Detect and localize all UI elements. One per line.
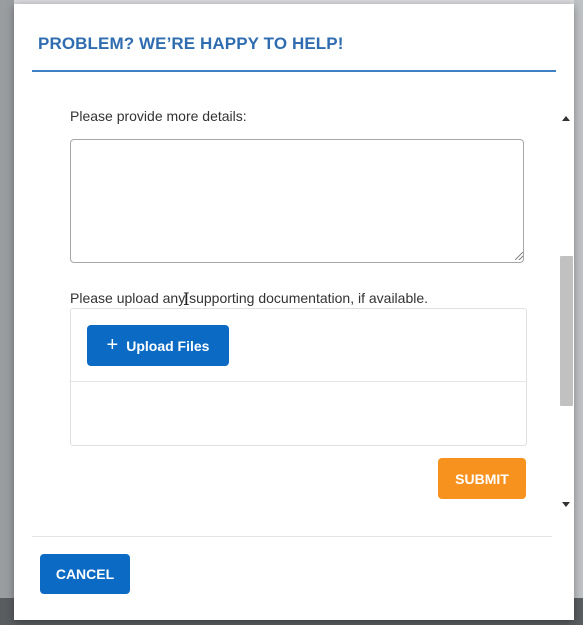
upload-dropzone[interactable]: + Upload Files — [70, 308, 527, 446]
background-page-right — [574, 0, 583, 625]
dialog-title: PROBLEM? WE’RE HAPPY TO HELP! — [38, 34, 344, 53]
scroll-down-arrow-icon[interactable] — [562, 502, 570, 507]
text-cursor-icon: I — [183, 290, 190, 310]
upload-files-label: Upload Files — [126, 337, 210, 354]
scroll-up-arrow-icon[interactable] — [562, 116, 570, 121]
upload-files-button[interactable]: + Upload Files — [87, 325, 229, 366]
dialog-header: PROBLEM? WE’RE HAPPY TO HELP! — [32, 4, 556, 72]
upload-label: Please upload any supporting documentati… — [70, 290, 429, 306]
upload-divider — [71, 381, 526, 382]
submit-button[interactable]: SUBMIT — [438, 458, 526, 499]
resize-handle-icon[interactable] — [515, 252, 523, 260]
footer-divider — [32, 536, 552, 537]
help-dialog: PROBLEM? WE’RE HAPPY TO HELP! Please pro… — [14, 4, 574, 620]
scrollbar-thumb[interactable] — [560, 256, 573, 406]
dialog-scroll-area[interactable]: Please provide more details: Please uplo… — [14, 94, 574, 519]
plus-icon: + — [106, 333, 119, 356]
background-page-left — [0, 0, 14, 625]
cancel-button[interactable]: CANCEL — [40, 554, 130, 594]
details-label: Please provide more details: — [70, 108, 247, 124]
details-textarea[interactable] — [70, 139, 524, 263]
